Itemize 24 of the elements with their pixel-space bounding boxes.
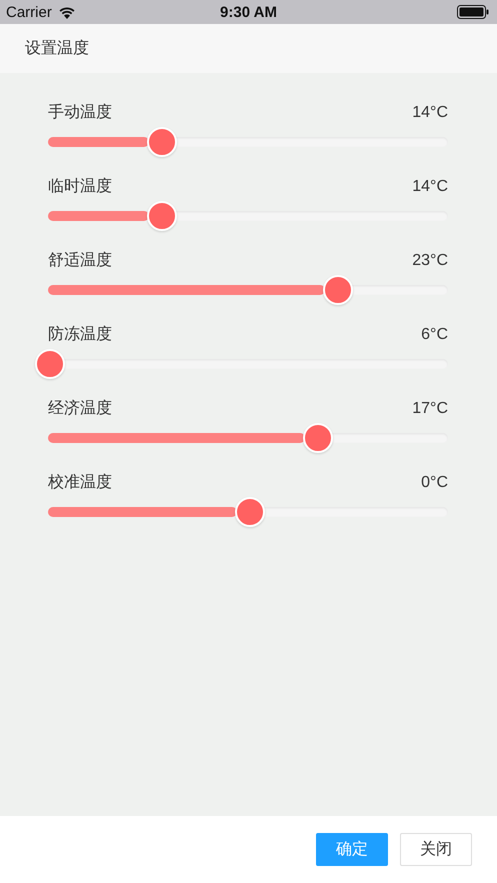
temperature-reading: 14°C [412,178,448,196]
slider-label: 校准温度 [48,472,112,493]
slider-thumb[interactable] [323,275,353,305]
wifi-icon [58,6,76,18]
slider-thumb[interactable] [147,127,177,157]
carrier-name: Carrier [6,4,52,20]
temperature-reading: 6°C [421,326,448,344]
temperature-reading: 17°C [412,400,448,418]
slider-label: 防冻温度 [48,324,112,345]
slider-label: 舒适温度 [48,250,112,271]
battery-icon [457,5,489,19]
temperature-reading: 0°C [421,474,448,492]
temperature-reading: 14°C [412,104,448,122]
slider-thumb[interactable] [303,423,333,453]
slider-label: 手动温度 [48,102,112,123]
temperature-reading: 23°C [412,252,448,270]
close-button[interactable]: 关闭 [400,833,472,866]
slider-label: 临时温度 [48,176,112,197]
slider-label: 经济温度 [48,398,112,419]
clock-time: 9:30 AM [220,4,277,20]
slider-thumb[interactable] [35,349,65,379]
slider-thumb[interactable] [147,201,177,231]
slider-thumb[interactable] [235,497,265,527]
dialog-title: 设置温度 [25,38,89,59]
